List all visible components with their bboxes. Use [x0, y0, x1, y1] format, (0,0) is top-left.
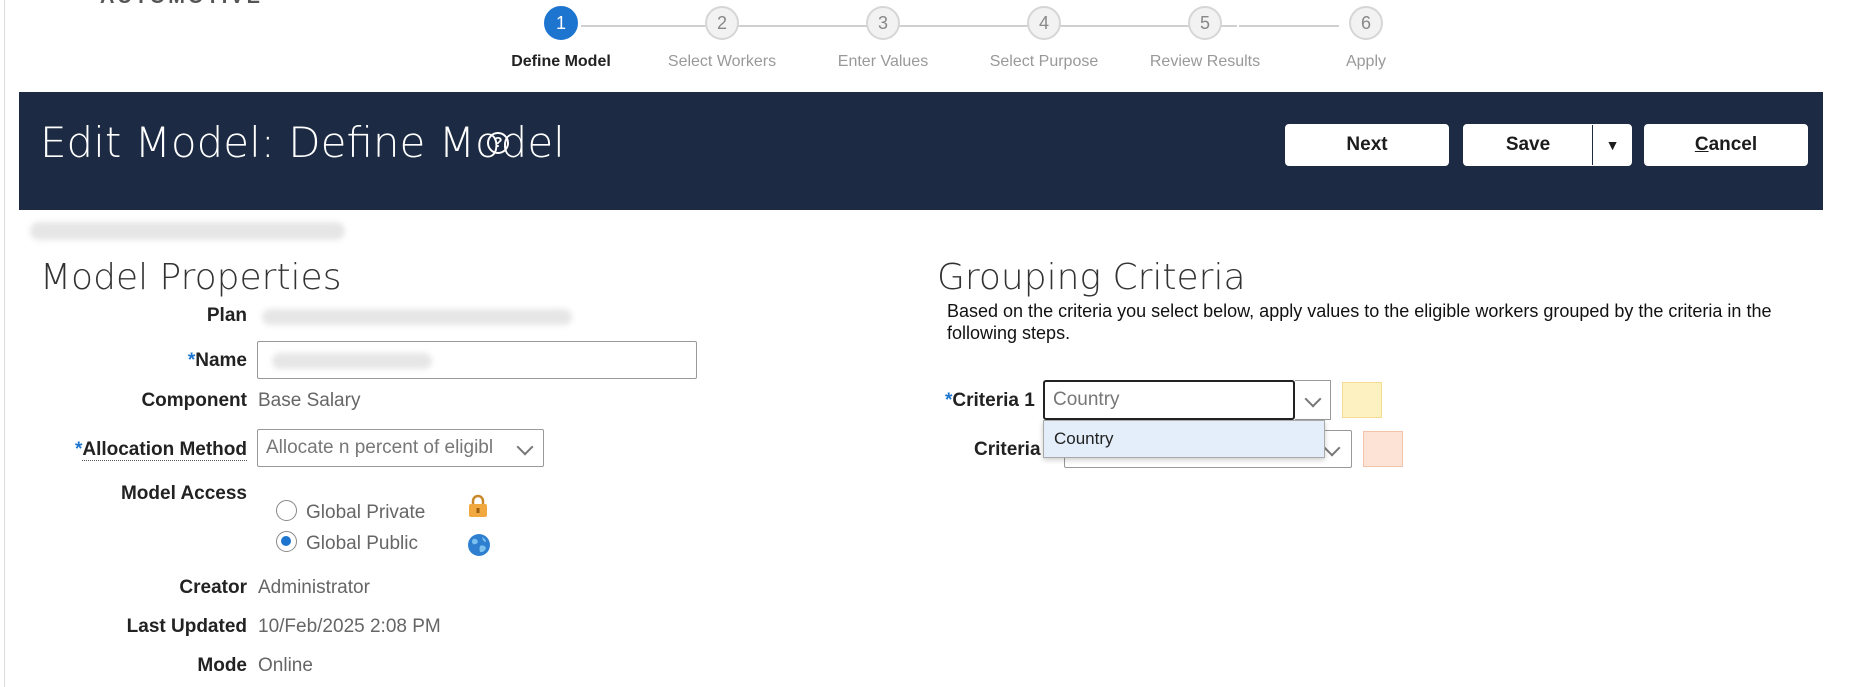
train-stop-label: Apply: [1345, 53, 1387, 70]
dropdown-option-country[interactable]: Country: [1044, 421, 1324, 457]
plan-label: Plan: [206, 305, 247, 326]
criteria-1-label: *Criteria 1: [945, 390, 1035, 412]
criteria-1-select[interactable]: Country: [1043, 380, 1295, 420]
creator-value: Administrator: [258, 577, 370, 598]
mode-label: Mode: [197, 655, 247, 676]
train-stop-review-results[interactable]: 5 Review Results: [1125, 6, 1285, 71]
train-stop-number: 1: [544, 6, 578, 40]
train-stop-label: Review Results: [1149, 53, 1261, 70]
process-train: 1 Define Model 2 Select Workers 3 Enter …: [0, 0, 1870, 90]
model-properties-title: Model Properties: [40, 257, 342, 298]
name-label: *Name: [188, 350, 247, 372]
train-stop-label: Define Model: [511, 53, 611, 70]
next-button[interactable]: Next: [1285, 124, 1449, 166]
train-stop-apply[interactable]: 6 Apply: [1286, 6, 1446, 71]
allocation-method-label-text: Allocation Method: [82, 439, 247, 461]
train-stop-number: 5: [1188, 6, 1222, 40]
radio-global-private[interactable]: [276, 500, 297, 521]
plan-value-redacted: [262, 309, 572, 325]
train-stop-number: 4: [1027, 6, 1061, 40]
train-stop-define-model[interactable]: 1 Define Model: [481, 6, 641, 71]
save-button-group[interactable]: Save ▼: [1463, 124, 1632, 166]
train-stop-number: 3: [866, 6, 900, 40]
lock-icon: [469, 494, 487, 517]
globe-icon: [468, 534, 490, 556]
train-stop-select-purpose[interactable]: 4 Select Purpose: [964, 6, 1124, 71]
allocation-method-value: Allocate n percent of eligibl: [266, 437, 494, 458]
criteria-1-dropdown-list: Country: [1043, 420, 1325, 458]
criteria-2-label: Criteria: [974, 439, 1041, 460]
criteria-1-color-swatch: [1342, 382, 1382, 418]
component-value: Base Salary: [258, 390, 361, 411]
cancel-button[interactable]: Cancel: [1644, 124, 1808, 166]
model-access-label: Model Access: [120, 483, 247, 504]
train-stop-label: Enter Values: [837, 53, 929, 70]
global-private-label[interactable]: Global Private: [306, 502, 425, 524]
save-menu-dropdown-icon[interactable]: ▼: [1593, 125, 1632, 165]
page-header: Edit Model: Define Model ? Next Save ▼ C…: [19, 92, 1823, 210]
train-stop-label: Select Purpose: [989, 53, 1099, 70]
last-updated-value: 10/Feb/2025 2:08 PM: [258, 616, 441, 637]
train-stop-select-workers[interactable]: 2 Select Workers: [642, 6, 802, 71]
grouping-criteria-description: Based on the criteria you select below, …: [947, 301, 1772, 343]
page-left-border: [4, 0, 5, 687]
component-label: Component: [141, 390, 247, 411]
global-public-label[interactable]: Global Public: [306, 533, 418, 555]
grouping-criteria-title: Grouping Criteria: [937, 257, 1246, 298]
name-label-text: Name: [195, 350, 247, 371]
train-stop-enter-values[interactable]: 3 Enter Values: [803, 6, 963, 71]
radio-global-public[interactable]: [276, 531, 297, 552]
creator-label: Creator: [179, 577, 247, 598]
save-button[interactable]: Save: [1464, 125, 1592, 165]
last-updated-label: Last Updated: [126, 616, 247, 637]
allocation-method-select[interactable]: Allocate n percent of eligibl: [257, 429, 544, 467]
criteria-1-value: Country: [1053, 389, 1120, 410]
train-stop-label: Select Workers: [667, 53, 777, 70]
help-icon[interactable]: ?: [487, 132, 509, 154]
mode-value: Online: [258, 655, 313, 676]
name-value-redacted: [272, 353, 432, 369]
name-input[interactable]: [257, 341, 697, 379]
redacted-breadcrumb: [30, 222, 345, 240]
train-stop-number: 2: [705, 6, 739, 40]
allocation-method-label: *Allocation Method: [75, 439, 247, 461]
criteria-1-label-text: Criteria 1: [952, 390, 1035, 411]
criteria-2-color-swatch: [1363, 431, 1403, 467]
train-stop-number: 6: [1349, 6, 1383, 40]
